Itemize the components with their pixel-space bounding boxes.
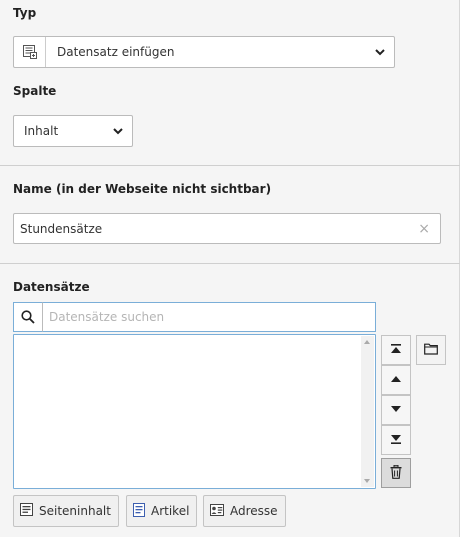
move-up-icon <box>390 373 402 387</box>
datensaetze-label: Datensätze <box>13 280 90 294</box>
records-search-input[interactable]: Datensätze suchen <box>43 302 376 332</box>
content-element-button-label: Seiteninhalt <box>39 504 111 518</box>
listbox-scrollbar[interactable] <box>361 336 374 487</box>
article-icon <box>133 502 145 520</box>
move-down-icon <box>390 403 402 417</box>
scroll-down-icon[interactable] <box>364 479 370 483</box>
records-listbox[interactable] <box>13 334 376 489</box>
trash-icon <box>390 464 402 482</box>
general-section: Typ Datensatz einfügen Spalte Inhalt <box>0 0 460 165</box>
name-label: Name (in der Webseite nicht sichtbar) <box>13 182 272 196</box>
article-button-label: Artikel <box>151 504 190 518</box>
add-address-button[interactable]: Adresse <box>203 495 286 527</box>
add-content-element-button[interactable]: Seiteninhalt <box>13 495 119 527</box>
spalte-select-value: Inhalt <box>24 124 59 138</box>
scroll-up-icon[interactable] <box>364 340 370 344</box>
add-article-button[interactable]: Artikel <box>126 495 198 527</box>
move-bottom-icon <box>390 433 402 448</box>
move-bottom-button[interactable] <box>381 425 411 455</box>
clear-icon[interactable]: × <box>418 221 430 237</box>
search-icon[interactable] <box>13 302 43 332</box>
address-button-label: Adresse <box>230 504 278 518</box>
records-search: Datensätze suchen <box>13 302 376 332</box>
folder-icon <box>424 343 438 358</box>
typ-label: Typ <box>13 6 37 20</box>
delete-button[interactable] <box>381 458 411 488</box>
content-element-icon <box>20 503 33 519</box>
browse-folder-button[interactable] <box>416 335 446 365</box>
address-card-icon <box>210 503 224 519</box>
name-field[interactable]: Stundensätze × <box>13 213 441 244</box>
spalte-label: Spalte <box>13 84 57 98</box>
name-field-value: Stundensätze <box>20 221 103 236</box>
name-section: Name (in der Webseite nicht sichtbar) St… <box>0 166 460 263</box>
chevron-down-icon <box>375 45 385 59</box>
move-top-icon <box>390 343 402 358</box>
typ-select[interactable]: Datensatz einfügen <box>13 36 395 68</box>
chevron-down-icon <box>113 124 123 138</box>
records-section: Datensätze Datensätze suchen Seiteninhal… <box>0 264 460 537</box>
move-down-button[interactable] <box>381 395 411 425</box>
move-top-button[interactable] <box>381 335 411 365</box>
spalte-select[interactable]: Inhalt <box>13 115 133 147</box>
typ-select-value: Datensatz einfügen <box>57 45 175 59</box>
move-up-button[interactable] <box>381 365 411 395</box>
record-insert-icon <box>14 37 46 67</box>
